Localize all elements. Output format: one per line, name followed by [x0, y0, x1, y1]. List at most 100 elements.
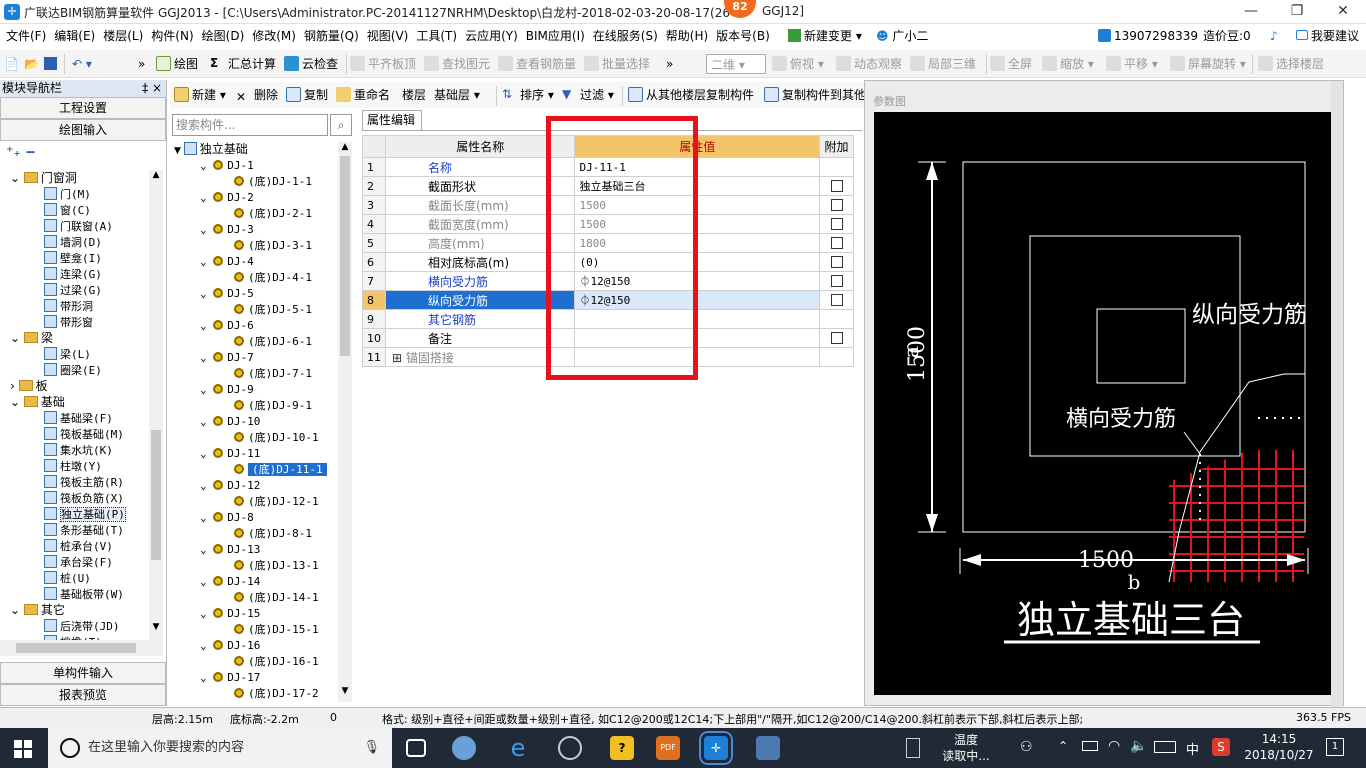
- zoom-button[interactable]: 缩放 ▾: [1042, 54, 1094, 74]
- module-tree-item[interactable]: 连梁(G): [44, 266, 102, 282]
- scroll-up-icon[interactable]: ▲: [150, 170, 162, 184]
- pdf-app-icon[interactable]: PDF: [656, 736, 680, 760]
- module-tree-item[interactable]: 墙洞(D): [44, 234, 102, 250]
- ime-indicator[interactable]: 中: [1186, 739, 1199, 758]
- module-tree-item[interactable]: 柱墩(Y): [44, 458, 102, 474]
- module-tree-item[interactable]: 桩承台(V): [44, 538, 113, 554]
- flat-slab-button[interactable]: 平齐板顶: [350, 54, 416, 74]
- component-child-item[interactable]: (底)DJ-1-1: [234, 174, 312, 190]
- tree-expander-icon[interactable]: ⌄: [10, 603, 24, 617]
- tray-expand-icon[interactable]: ⌃: [1058, 739, 1068, 753]
- scroll-down-icon[interactable]: ▼: [150, 622, 162, 636]
- glodon-app-icon[interactable]: ✛: [699, 731, 733, 765]
- copy-from-floor-button[interactable]: 从其他楼层复制构件: [628, 85, 754, 105]
- user-account[interactable]: 13907298339: [1098, 24, 1198, 48]
- new-change-button[interactable]: 新建变更 ▾: [788, 24, 862, 48]
- module-tree-item[interactable]: ⌄ 门窗洞: [10, 170, 77, 186]
- component-expander-icon[interactable]: ⌄: [200, 639, 213, 652]
- menu-item-11[interactable]: 在线服务(S): [589, 24, 662, 48]
- component-item[interactable]: ⌄ DJ-7: [200, 350, 254, 366]
- component-expander-icon[interactable]: ⌄: [200, 255, 213, 268]
- module-tree-item[interactable]: 后浇带(JD): [44, 618, 120, 634]
- menu-item-13[interactable]: 版本号(B): [712, 24, 774, 48]
- comp-scroll-thumb[interactable]: [340, 156, 350, 356]
- component-item[interactable]: ⌄ DJ-2: [200, 190, 254, 206]
- component-item[interactable]: ⌄ DJ-5: [200, 286, 254, 302]
- property-edit-tab[interactable]: 属性编辑: [362, 110, 422, 130]
- scroll-thumb[interactable]: [151, 430, 161, 560]
- extra-checkbox[interactable]: [830, 256, 843, 268]
- module-tree-item[interactable]: ⌄ 其它: [10, 602, 65, 618]
- pin-close-icon[interactable]: ‡ ×: [142, 80, 162, 97]
- report-preview-button[interactable]: 报表预览: [0, 684, 166, 706]
- component-item[interactable]: ⌄ DJ-11: [200, 446, 260, 462]
- tree-expander-icon[interactable]: ⌄: [10, 171, 24, 185]
- module-tree-item[interactable]: 过梁(G): [44, 282, 102, 298]
- minimize-button[interactable]: —: [1228, 0, 1274, 24]
- component-item[interactable]: ⌄ DJ-13: [200, 542, 260, 558]
- single-component-button[interactable]: 单构件输入: [0, 662, 166, 684]
- microphone-icon[interactable]: 🎙: [363, 728, 380, 768]
- component-child-item[interactable]: (底)DJ-13-1: [234, 558, 319, 574]
- menu-item-9[interactable]: 云应用(Y): [461, 24, 522, 48]
- globe-app-icon[interactable]: [756, 736, 780, 760]
- menu-item-3[interactable]: 构件(N): [147, 24, 197, 48]
- ie-browser-icon[interactable]: e: [506, 736, 530, 760]
- component-child-item[interactable]: (底)DJ-6-1: [234, 334, 312, 350]
- search-icon[interactable]: ⌕: [330, 114, 352, 136]
- assistant-button[interactable]: ☻ 广小二: [876, 24, 928, 48]
- component-child-item[interactable]: (底)DJ-15-1: [234, 622, 319, 638]
- delete-component-button[interactable]: ✕ 删除: [236, 85, 278, 105]
- module-tree-item[interactable]: 独立基础(P): [44, 506, 126, 522]
- undo-icon[interactable]: ↶ ▾: [72, 54, 92, 74]
- hscroll-thumb[interactable]: [16, 643, 136, 653]
- app-circle-icon[interactable]: [558, 736, 582, 760]
- component-expander-icon[interactable]: ⌄: [200, 671, 213, 684]
- new-file-icon[interactable]: 📄: [4, 54, 19, 74]
- component-expander-icon[interactable]: ⌄: [200, 511, 213, 524]
- draw-button[interactable]: 绘图: [156, 54, 198, 74]
- component-child-item[interactable]: (底)DJ-7-1: [234, 366, 312, 382]
- module-tree-item[interactable]: 集水坑(K): [44, 442, 113, 458]
- extra-checkbox[interactable]: [830, 218, 843, 230]
- extra-checkbox[interactable]: [830, 332, 843, 344]
- menu-item-2[interactable]: 楼层(L): [99, 24, 147, 48]
- component-item[interactable]: ⌄ DJ-9: [200, 382, 254, 398]
- extra-checkbox[interactable]: [830, 275, 843, 287]
- tree-expander-icon[interactable]: ⌄: [10, 331, 24, 345]
- close-button[interactable]: ✕: [1320, 0, 1366, 24]
- select-floor-button[interactable]: 选择楼层: [1258, 54, 1324, 74]
- local-3d-button[interactable]: 局部三维: [910, 54, 976, 74]
- preview-scrollbar[interactable]: [1331, 81, 1343, 707]
- component-child-item[interactable]: (底)DJ-17-2: [234, 686, 319, 702]
- component-expander-icon[interactable]: ⌄: [200, 159, 213, 172]
- sogou-ime-icon[interactable]: S: [1212, 738, 1230, 756]
- view-rebar-button[interactable]: 查看钢筋量: [498, 54, 576, 74]
- component-item[interactable]: ⌄ DJ-12: [200, 478, 260, 494]
- extra-checkbox[interactable]: [830, 199, 843, 211]
- maximize-button[interactable]: ❐: [1274, 0, 1320, 24]
- module-tree-item[interactable]: ⌄ 梁: [10, 330, 53, 346]
- component-child-item[interactable]: (底)DJ-16-1: [234, 654, 319, 670]
- component-child-item[interactable]: (底)DJ-5-1: [234, 302, 312, 318]
- component-child-item[interactable]: (底)DJ-9-1: [234, 398, 312, 414]
- copy-to-floor-button[interactable]: 复制构件到其他: [764, 85, 864, 105]
- top-view-button[interactable]: 俯视 ▾: [772, 54, 824, 74]
- component-item[interactable]: ⌄ DJ-3: [200, 222, 254, 238]
- component-expander-icon[interactable]: ⌄: [200, 223, 213, 236]
- module-tree-item[interactable]: 条形基础(T): [44, 522, 124, 538]
- task-view-icon[interactable]: [406, 739, 426, 757]
- taskbar-clock[interactable]: 14:15 2018/10/27: [1244, 731, 1314, 763]
- component-expander-icon[interactable]: ⌄: [200, 191, 213, 204]
- component-child-item[interactable]: (底)DJ-12-1: [234, 494, 319, 510]
- component-item[interactable]: ⌄ DJ-8: [200, 510, 254, 526]
- tree-expander-icon[interactable]: ›: [10, 379, 19, 393]
- new-component-button[interactable]: 新建 ▾: [174, 85, 226, 105]
- module-tree-item[interactable]: 带形洞: [44, 298, 93, 314]
- project-settings-button[interactable]: 工程设置: [0, 97, 166, 119]
- expand-collapse-icon[interactable]: ⁺₊ ‒: [6, 144, 35, 160]
- sum-button[interactable]: Σ 汇总计算: [210, 54, 276, 74]
- module-tree-item[interactable]: 壁龛(I): [44, 250, 102, 266]
- cloud-check-button[interactable]: 云检查: [284, 54, 338, 74]
- component-child-item[interactable]: (底)DJ-11-1: [234, 462, 327, 478]
